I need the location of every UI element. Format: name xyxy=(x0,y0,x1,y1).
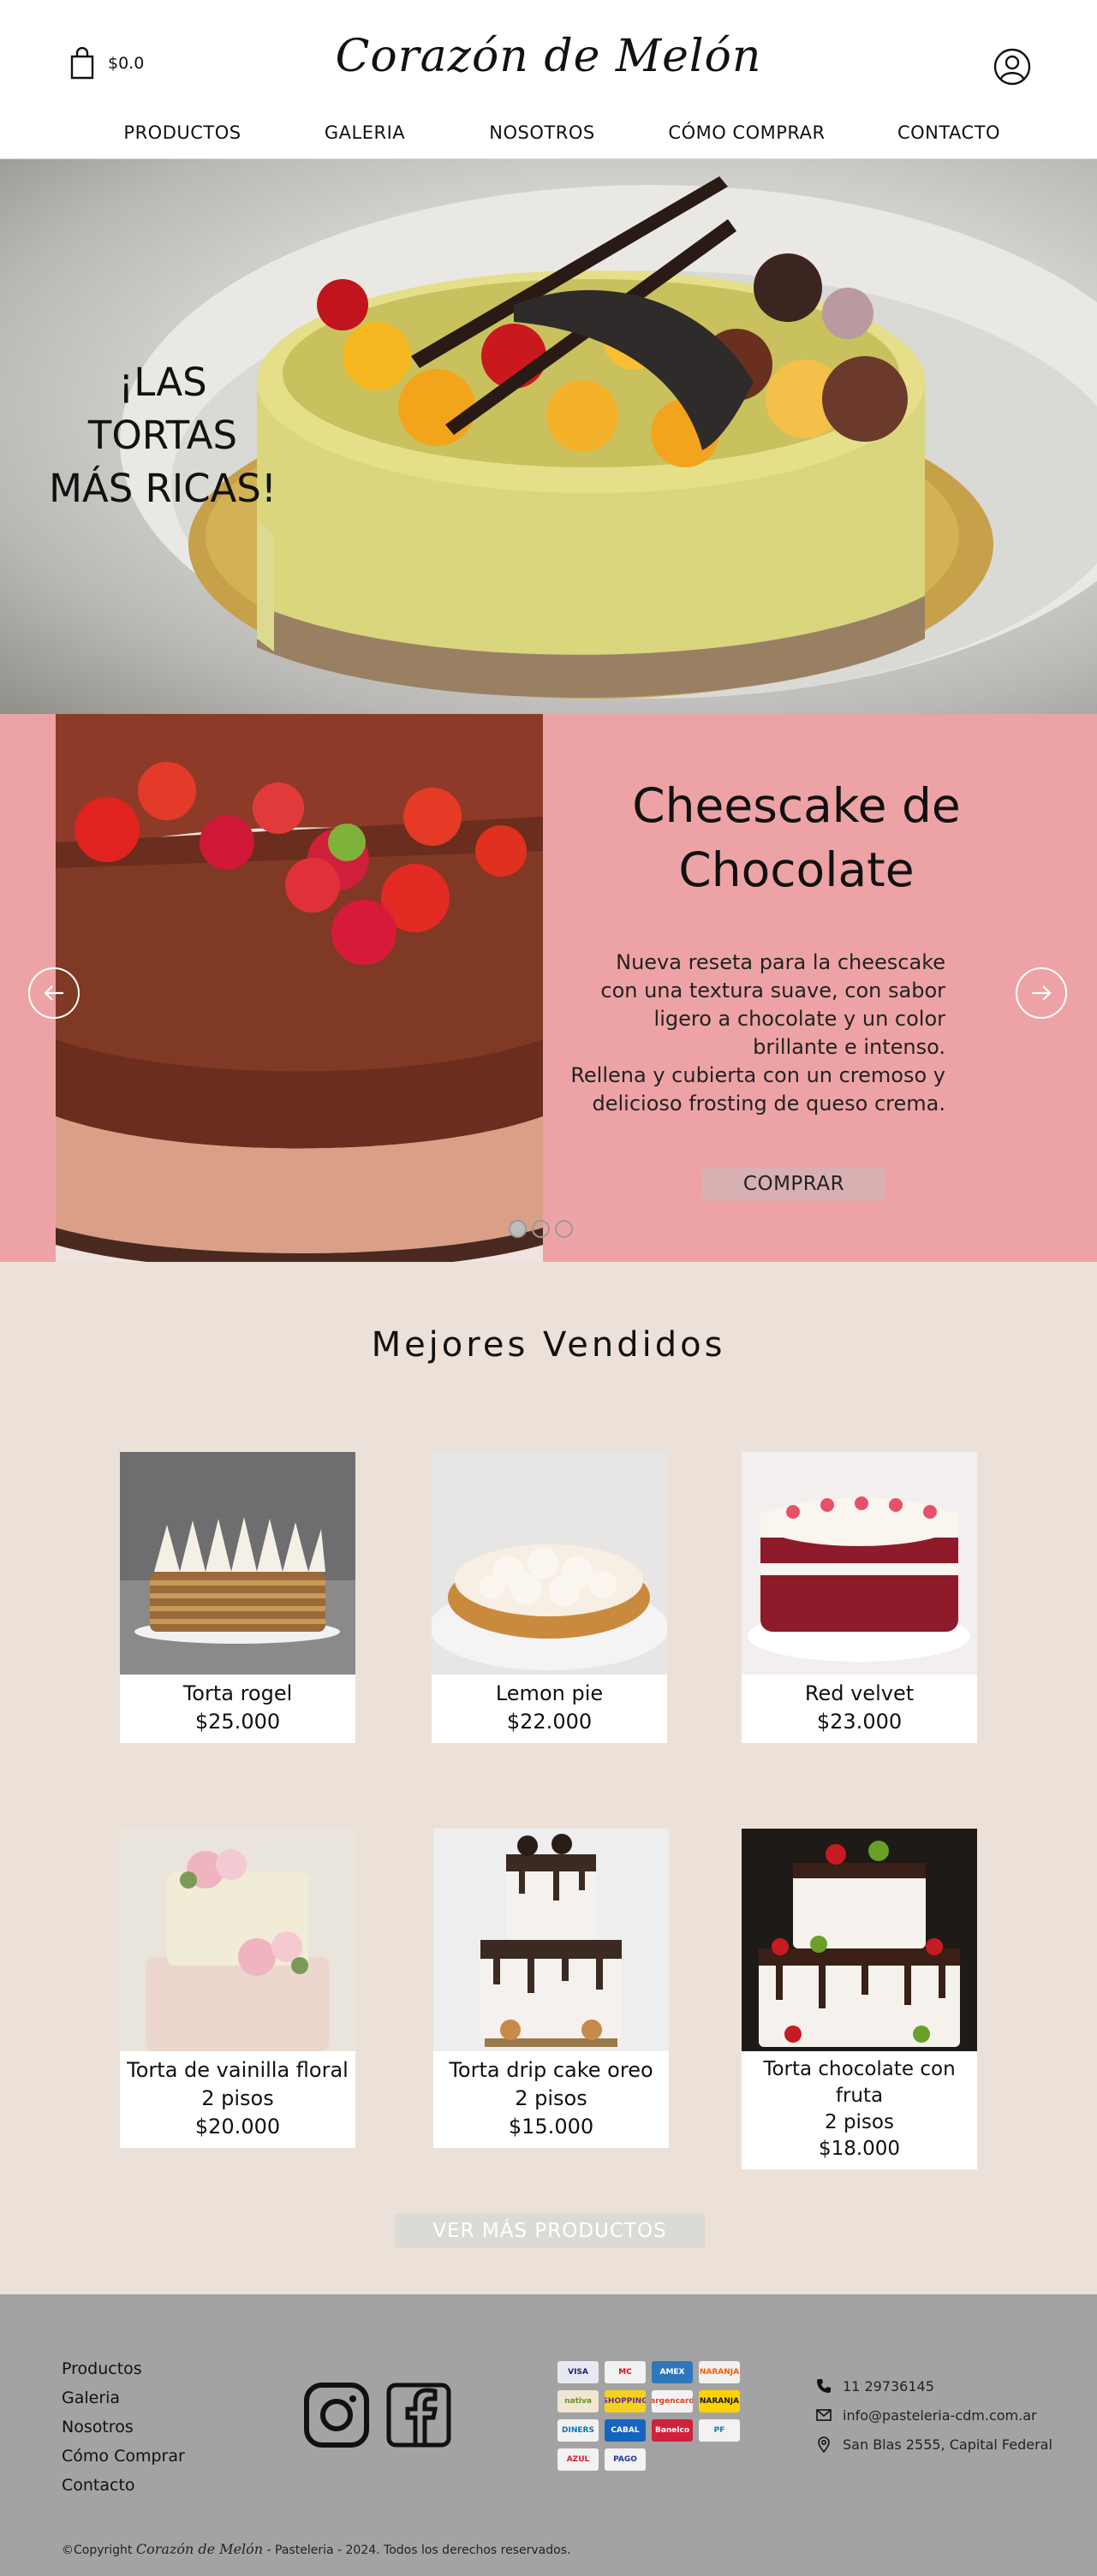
product-card[interactable]: Torta drip cake oreo 2 pisos $15.000 xyxy=(433,1829,669,2148)
copyright-brand: Corazón de Melón xyxy=(135,2541,264,2557)
email-address[interactable]: info@pasteleria-cdm.com.ar xyxy=(843,2407,1037,2424)
nav-productos[interactable]: PRODUCTOS xyxy=(123,122,241,143)
footer-links: Productos Galeria Nosotros Cómo Comprar … xyxy=(62,2354,185,2500)
product-price: $23.000 xyxy=(816,1710,903,1734)
phone-icon xyxy=(817,2379,831,2393)
phone-row: 11 29736145 xyxy=(815,2371,1052,2400)
product-name: Torta drip cake oreo xyxy=(449,2058,653,2082)
product-price: $25.000 xyxy=(194,1710,281,1734)
product-name: Red velvet xyxy=(804,1681,915,1705)
product-card[interactable]: Torta chocolate con fruta 2 pisos $18.00… xyxy=(742,1829,977,2169)
product-image xyxy=(742,1829,977,2051)
user-account-icon[interactable] xyxy=(993,48,1031,86)
product-name: Torta de vainilla floral xyxy=(127,2058,349,2082)
location-pin-icon xyxy=(818,2436,830,2453)
copyright-prefix: ©Copyright xyxy=(62,2543,133,2557)
footer-link-contacto[interactable]: Contacto xyxy=(62,2471,185,2500)
product-card[interactable]: Torta de vainilla floral 2 pisos $20.000 xyxy=(120,1829,355,2148)
view-more-products-button[interactable]: VER MÁS PRODUCTOS xyxy=(395,2214,705,2248)
product-name: Torta rogel xyxy=(182,1681,293,1705)
product-image xyxy=(120,1829,355,2051)
payment-method-badge: AMEX xyxy=(652,2361,693,2383)
product-caption: Torta de vainilla floral 2 pisos $20.000 xyxy=(120,2051,355,2148)
payment-method-badge: AZUL xyxy=(557,2448,599,2471)
product-caption: Torta rogel $25.000 xyxy=(120,1675,355,1743)
slider-next-button[interactable] xyxy=(1016,967,1067,1019)
footer-link-productos[interactable]: Productos xyxy=(62,2354,185,2383)
address-row: San Blas 2555, Capital Federal xyxy=(815,2430,1052,2459)
social-links xyxy=(303,2382,452,2448)
site-header: $0.0 Corazón de Melón PRODUCTOS GALERIA … xyxy=(0,0,1097,159)
copyright-suffix: - Pasteleria - 2024. Todos los derechos … xyxy=(266,2543,571,2557)
product-price: $22.000 xyxy=(506,1710,593,1734)
slide-description: Nueva reseta para la cheescake con una t… xyxy=(570,950,945,1115)
site-logo[interactable]: Corazón de Melón xyxy=(0,31,1097,82)
address: San Blas 2555, Capital Federal xyxy=(843,2436,1052,2453)
nav-galeria[interactable]: GALERIA xyxy=(325,122,405,143)
site-footer: Productos Galeria Nosotros Cómo Comprar … xyxy=(0,2294,1097,2576)
product-card[interactable]: Torta rogel $25.000 xyxy=(120,1452,355,1743)
phone-number: 11 29736145 xyxy=(843,2377,934,2395)
main-nav: PRODUCTOS GALERIA NOSOTROS CÓMO COMPRAR … xyxy=(0,122,1097,153)
product-image xyxy=(432,1452,667,1675)
product-price: $20.000 xyxy=(194,2115,281,2139)
payment-method-badge: NARANJA xyxy=(699,2390,740,2412)
footer-link-como-comprar[interactable]: Cómo Comprar xyxy=(62,2442,185,2471)
hero-title: ¡LAS TORTAS MÁS RICAS! xyxy=(49,360,277,511)
featured-slider: Cheescake de Chocolate Nueva reseta para… xyxy=(0,714,1097,1262)
slider-dot[interactable] xyxy=(555,1220,573,1238)
payment-method-badge: PF xyxy=(699,2419,740,2442)
payment-methods: VISA MC AMEX NARANJA nativa SHOPPING argencard… xyxy=(557,2361,740,2471)
payment-method-badge: argencard xyxy=(652,2390,693,2412)
payment-method-badge: PAGO xyxy=(605,2448,646,2471)
slide-buy-button[interactable]: COMPRAR xyxy=(702,1167,885,1201)
email-row: info@pasteleria-cdm.com.ar xyxy=(815,2400,1052,2430)
slide-title: Cheescake de Chocolate xyxy=(632,778,961,897)
payment-method-badge: DINERS xyxy=(557,2419,599,2442)
slider-dot[interactable] xyxy=(532,1220,550,1238)
slide-image xyxy=(56,714,543,1262)
payment-method-badge: SHOPPING xyxy=(605,2390,646,2412)
payment-method-badge: CABAL xyxy=(605,2419,646,2442)
arrow-left-icon xyxy=(44,985,63,1001)
product-name-line2: 2 pisos xyxy=(825,2111,894,2133)
slider-dots xyxy=(509,1220,573,1238)
contact-info: 11 29736145 info@pasteleria-cdm.com.ar S… xyxy=(815,2371,1052,2459)
payment-method-badge: nativa xyxy=(557,2390,599,2412)
nav-como-comprar[interactable]: CÓMO COMPRAR xyxy=(668,122,825,143)
nav-contacto[interactable]: CONTACTO xyxy=(897,122,1000,143)
product-image xyxy=(433,1829,669,2051)
product-image xyxy=(742,1452,977,1675)
product-card[interactable]: Lemon pie $22.000 xyxy=(432,1452,667,1743)
best-sellers-section: Mejores Vendidos Torta rogel $25.000 Lem… xyxy=(0,1262,1097,2294)
payment-method-badge: MC xyxy=(605,2361,646,2383)
product-price: $18.000 xyxy=(818,2138,901,2160)
payment-method-badge: NARANJA xyxy=(699,2361,740,2383)
product-card[interactable]: Red velvet $23.000 xyxy=(742,1452,977,1743)
slider-prev-button[interactable] xyxy=(28,967,80,1019)
payment-method-badge: VISA xyxy=(557,2361,599,2383)
product-name-line2: 2 pisos xyxy=(515,2086,587,2110)
mail-icon xyxy=(816,2409,832,2421)
product-caption: Red velvet $23.000 xyxy=(742,1675,977,1743)
nav-nosotros[interactable]: NOSOTROS xyxy=(489,122,594,143)
product-caption: Torta chocolate con fruta 2 pisos $18.00… xyxy=(742,2051,977,2169)
hero-banner: ¡LAS TORTAS MÁS RICAS! xyxy=(0,159,1097,714)
product-name: Torta chocolate con fruta xyxy=(763,2058,956,2107)
footer-link-nosotros[interactable]: Nosotros xyxy=(62,2412,185,2442)
facebook-icon[interactable] xyxy=(385,2382,452,2448)
instagram-icon[interactable] xyxy=(303,2382,370,2448)
product-name: Lemon pie xyxy=(495,1681,604,1705)
product-caption: Torta drip cake oreo 2 pisos $15.000 xyxy=(433,2051,669,2148)
product-name-line2: 2 pisos xyxy=(201,2086,274,2110)
product-price: $15.000 xyxy=(508,2115,594,2139)
slider-dot[interactable] xyxy=(509,1220,527,1238)
product-caption: Lemon pie $22.000 xyxy=(432,1675,667,1743)
footer-link-galeria[interactable]: Galeria xyxy=(62,2383,185,2412)
copyright: ©Copyright Corazón de Melón - Pasteleria… xyxy=(62,2541,570,2557)
arrow-right-icon xyxy=(1032,985,1052,1001)
product-image xyxy=(120,1452,355,1675)
payment-method-badge: Banelco xyxy=(652,2419,693,2442)
section-title: Mejores Vendidos xyxy=(371,1325,726,1365)
